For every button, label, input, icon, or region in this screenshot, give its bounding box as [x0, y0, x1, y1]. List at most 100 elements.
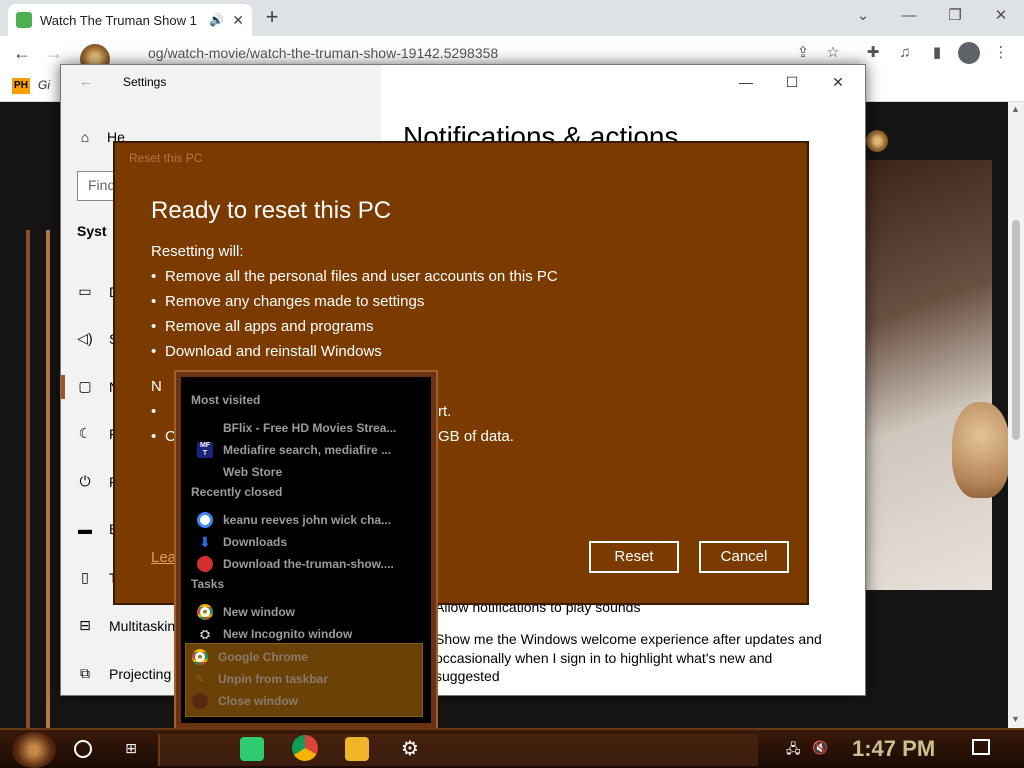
jump-item[interactable]: ✎ Unpin from taskbar: [192, 668, 424, 690]
partial-text: C: [165, 428, 176, 445]
browser-tab[interactable]: Watch The Truman Show 1 🔊 ✕: [8, 4, 252, 36]
notifications-icon: ▢: [78, 378, 92, 394]
search-icon[interactable]: [74, 740, 92, 758]
jump-item[interactable]: ⛭ New Incognito window: [197, 623, 429, 645]
speaker-icon[interactable]: 🔊: [209, 13, 224, 27]
cancel-button[interactable]: Cancel: [699, 541, 789, 573]
jump-item[interactable]: Web Store: [197, 461, 429, 483]
menu-dots-icon[interactable]: ⋮: [990, 42, 1012, 64]
close-settings-button[interactable]: ✕: [815, 71, 861, 95]
sidebar-item-focus[interactable]: ☾ F: [77, 425, 118, 442]
volume-muted-icon[interactable]: 🔇: [812, 740, 828, 756]
jump-item-label: Downloads: [223, 535, 288, 549]
sidebar-item-tablet[interactable]: ▯ T: [77, 569, 117, 586]
jump-item[interactable]: keanu reeves john wick cha...: [197, 509, 429, 531]
jump-item[interactable]: New window: [197, 601, 429, 623]
jump-header-most-visited: Most visited: [191, 393, 261, 407]
network-icon[interactable]: 🖧: [786, 740, 801, 762]
learn-more-link[interactable]: Lea: [151, 549, 176, 566]
scroll-up-icon[interactable]: ▲: [1011, 104, 1020, 114]
sound-icon: ◁): [77, 330, 93, 346]
bullet-text: Remove any changes made to settings: [165, 293, 425, 310]
file-explorer-icon[interactable]: [345, 737, 369, 761]
jump-item-label: Mediafire search, mediafire ...: [223, 443, 392, 457]
restore-browser-button[interactable]: ❐: [932, 4, 978, 28]
jump-item[interactable]: Close window: [192, 690, 424, 712]
dialog-caption: Reset this PC: [129, 151, 203, 165]
jump-item-label: Google Chrome: [218, 650, 309, 664]
bookmark-favicon[interactable]: PH: [12, 78, 30, 94]
jump-item[interactable]: ⬇ Downloads: [197, 531, 429, 553]
download-icon: ⬇: [199, 534, 211, 550]
back-icon[interactable]: ←: [10, 41, 34, 65]
back-arrow-icon[interactable]: ←: [79, 73, 93, 89]
start-button[interactable]: [12, 732, 56, 768]
mediafire-icon: MF T: [197, 442, 213, 458]
settings-taskbar-icon[interactable]: ⚙: [398, 737, 422, 761]
jump-item[interactable]: MF T Mediafire search, mediafire ...: [197, 439, 429, 461]
hamster-image: [952, 402, 1010, 498]
partial-text: GB of data.: [438, 428, 514, 445]
media-control-icon[interactable]: ♫: [894, 42, 916, 64]
sidebar-item-projecting[interactable]: ⧉ Projecting: [77, 665, 171, 682]
jump-item-label: Web Store: [223, 465, 283, 479]
jump-item[interactable]: Download the-truman-show....: [197, 553, 429, 575]
side-panel-icon[interactable]: ▮: [926, 42, 948, 64]
partial-text: •: [151, 403, 157, 420]
chrome-jump-list: Most visited BFlix - Free HD Movies Stre…: [176, 372, 436, 728]
jump-header-tasks: Tasks: [191, 577, 225, 591]
partial-text: rt.: [438, 403, 452, 420]
option-text: occasionally when I sign in to highlight…: [435, 650, 773, 666]
scroll-down-icon[interactable]: ▼: [1011, 714, 1020, 724]
jump-item-label: Unpin from taskbar: [218, 672, 329, 686]
extensions-icon[interactable]: ✚: [862, 42, 884, 64]
jump-item-label: New window: [223, 605, 295, 619]
home-icon: ⌂: [80, 129, 90, 145]
reset-button[interactable]: Reset: [589, 541, 679, 573]
sidebar-item-multitasking[interactable]: ⊟ Multitasking: [77, 617, 183, 634]
dialog-heading: Ready to reset this PC: [151, 197, 392, 224]
selected-indicator: [61, 375, 65, 399]
bullet-item: • Remove all apps and programs: [151, 318, 374, 335]
option-text: suggested: [435, 668, 500, 684]
task-view-icon[interactable]: ⊞: [122, 739, 140, 757]
profile-avatar[interactable]: [958, 42, 980, 64]
power-icon: ⏻: [79, 473, 91, 489]
share-icon[interactable]: ⇪: [792, 42, 814, 64]
jump-item-label: Download the-truman-show....: [223, 557, 394, 571]
steampunk-frame: [26, 230, 50, 768]
address-bar[interactable]: og/watch-movie/watch-the-truman-show-191…: [140, 40, 790, 66]
jump-item[interactable]: BFlix - Free HD Movies Strea...: [197, 417, 429, 439]
close-tab-icon[interactable]: ✕: [232, 12, 244, 29]
taskbar-clock[interactable]: 1:47 PM: [852, 736, 935, 762]
scroll-thumb[interactable]: [1012, 220, 1020, 440]
chrome-taskbar-icon[interactable]: [292, 735, 318, 761]
bookmark-label[interactable]: Gi: [38, 78, 50, 92]
minimize-settings-button[interactable]: —: [723, 71, 769, 95]
new-tab-button[interactable]: +: [260, 6, 284, 30]
minimize-browser-button[interactable]: —: [886, 4, 932, 28]
page-scrollbar[interactable]: ▲ ▼: [1008, 102, 1024, 730]
chrome-icon: [197, 604, 213, 620]
tab-search-icon[interactable]: ⌄: [840, 4, 886, 28]
bullet-item: • Remove any changes made to settings: [151, 293, 425, 310]
bullet-text: Remove all the personal files and user a…: [165, 268, 558, 285]
browser-tabstrip: Watch The Truman Show 1 🔊 ✕ + ⌄ — ❐ ✕: [0, 0, 1024, 36]
notes-app-icon[interactable]: [240, 737, 264, 761]
close-browser-button[interactable]: ✕: [978, 4, 1024, 28]
mask-icon: [197, 556, 213, 572]
bookmark-star-icon[interactable]: ☆: [822, 42, 844, 64]
jump-item[interactable]: Google Chrome: [192, 646, 424, 668]
taskbar: ⊞ ⚙ 🖧 🔇 1:47 PM: [0, 728, 1024, 768]
maximize-settings-button[interactable]: ☐: [769, 71, 815, 95]
incognito-icon: ⛭: [200, 627, 210, 641]
settings-title: Settings: [123, 75, 167, 89]
jump-item-label: keanu reeves john wick cha...: [223, 513, 392, 527]
site-favicon-icon: [16, 12, 32, 28]
forward-icon[interactable]: →: [42, 41, 66, 65]
projecting-icon: ⧉: [80, 665, 90, 681]
notification-center-icon[interactable]: [972, 739, 990, 755]
blank-icon: [197, 420, 213, 436]
bullet-text: Download and reinstall Windows: [165, 343, 382, 360]
video-player[interactable]: [860, 160, 992, 590]
